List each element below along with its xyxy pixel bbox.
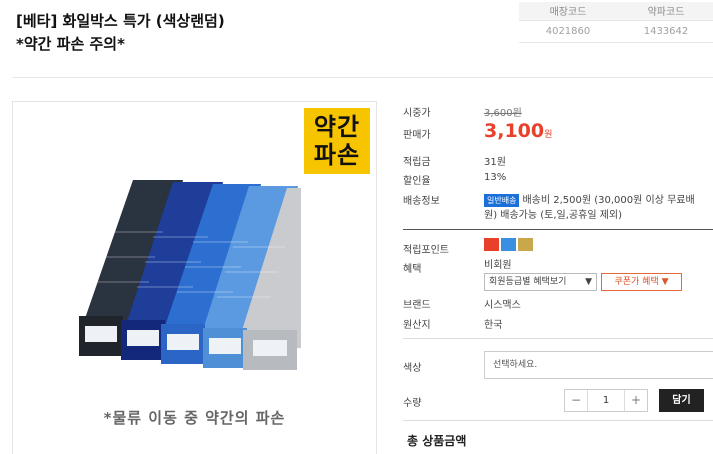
sale-price: 3,100 xyxy=(484,120,545,142)
list-price-label: 시중가 xyxy=(403,108,431,119)
info-divider xyxy=(403,229,713,230)
code-table: 매장코드 약파코드 4021860 1433642 xyxy=(519,2,713,43)
store-code-value: 4021860 xyxy=(519,20,617,43)
save-points-label: 적립포인트 xyxy=(403,245,449,256)
shipping-info: 일반배송 배송비 2,500원 (30,000원 이상 무료배 xyxy=(484,191,713,207)
dropdown-arrow-icon: ▼ xyxy=(661,277,669,287)
grade-benefit-select[interactable]: 회원등급별 혜택보기 ▼ xyxy=(484,273,597,291)
sale-price-label: 판매가 xyxy=(403,130,431,141)
image-caption: *물류 이동 중 약간의 파손 xyxy=(103,409,286,427)
points-label: 적립금 xyxy=(403,157,431,168)
store-code-header: 매장코드 xyxy=(519,2,617,21)
list-price: 3,600원 xyxy=(484,108,522,119)
product-code-value: 1433642 xyxy=(617,20,713,43)
coupon-label: 쿠폰가 혜택 xyxy=(614,277,659,287)
total-divider xyxy=(403,420,713,421)
quantity-input[interactable]: 1 xyxy=(587,390,625,411)
add-to-cart-button[interactable]: 담기 xyxy=(659,389,704,412)
shipping-line1: 배송비 2,500원 (30,000원 이상 무료배 xyxy=(522,195,695,206)
benefit-label: 혜택 xyxy=(403,264,422,275)
mileage-icon xyxy=(518,238,533,251)
title-divider xyxy=(12,77,713,78)
title-line1: [베타] 화일박스 특가 (색상랜덤) xyxy=(16,12,225,30)
grade-select-label: 회원등급별 혜택보기 xyxy=(489,277,567,287)
product-image: 약간 파손 *물류 이동 중 약간의 파손 xyxy=(12,101,377,454)
dropdown-arrow-icon: ▼ xyxy=(585,277,592,287)
discount-label: 할인율 xyxy=(403,176,431,187)
badge-line2: 파손 xyxy=(313,141,361,169)
points-value: 31원 xyxy=(484,157,506,168)
minus-button[interactable]: − xyxy=(565,390,587,411)
product-title: [베타] 화일박스 특가 (색상랜덤) *약간 파손 주의* xyxy=(16,10,225,56)
brand-value: 시스맥스 xyxy=(484,300,521,311)
option-label: 색상 xyxy=(403,363,422,374)
sale-price-wrap: 3,100원 xyxy=(484,120,552,142)
total-label: 총 상품금액 xyxy=(407,434,467,448)
benefit-value: 비회원 xyxy=(484,260,512,271)
point-icons xyxy=(484,238,535,251)
title-line2: *약간 파손 주의* xyxy=(16,35,125,53)
quantity-stepper: − 1 + xyxy=(564,389,648,412)
origin-value: 한국 xyxy=(484,320,503,331)
product-code-header: 약파코드 xyxy=(617,2,713,21)
shipping-label: 배송정보 xyxy=(403,196,440,207)
discount-value: 13% xyxy=(484,172,507,183)
sale-unit: 원 xyxy=(544,130,553,140)
shipping-line2: 원) 배송가능 (토,일,공휴일 제외) xyxy=(484,210,622,221)
ok-cashbag-icon xyxy=(484,238,499,251)
brand-label: 브랜드 xyxy=(403,300,431,311)
color-option-select[interactable]: 선택하세요. xyxy=(484,351,713,379)
membership-icon xyxy=(501,238,516,251)
plus-button[interactable]: + xyxy=(625,390,647,411)
option-divider xyxy=(403,338,713,339)
coupon-button[interactable]: 쿠폰가 혜택 ▼ xyxy=(601,273,682,291)
damage-badge: 약간 파손 xyxy=(304,108,370,174)
origin-label: 원산지 xyxy=(403,320,431,331)
quantity-label: 수량 xyxy=(403,398,422,409)
badge-line1: 약간 xyxy=(313,113,361,141)
